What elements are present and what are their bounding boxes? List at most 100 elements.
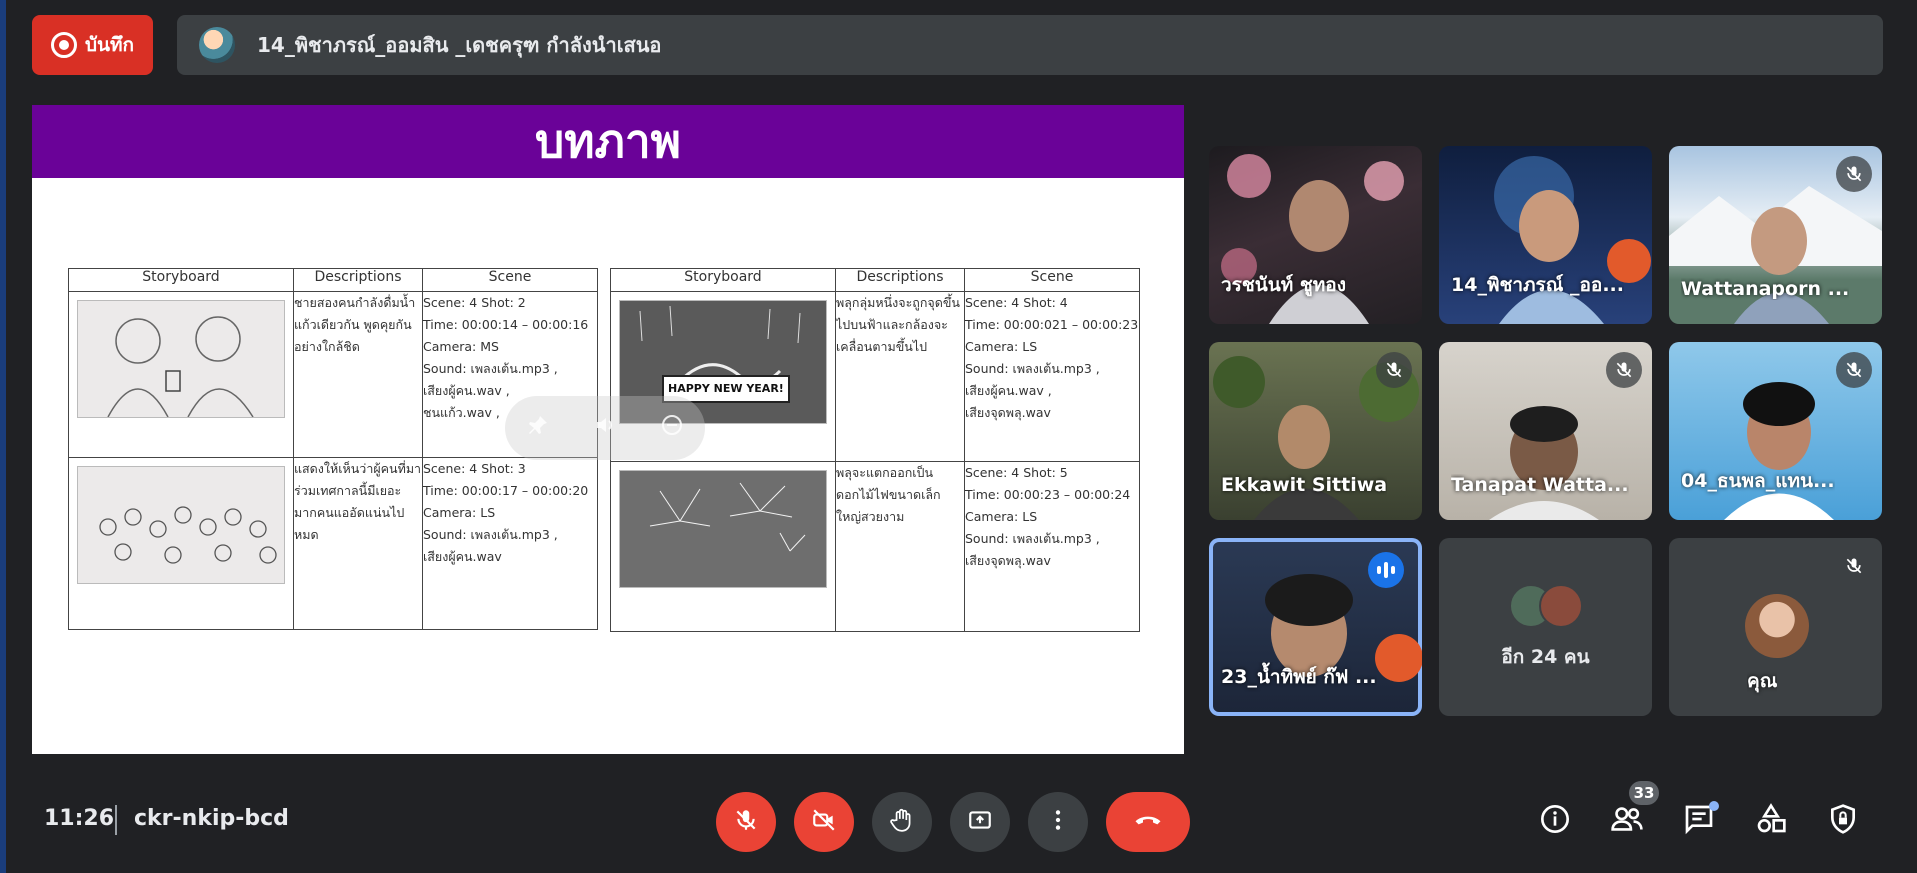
more-participants-tile[interactable]: อีก 24 คน [1439,538,1652,716]
leave-call-button[interactable] [1106,792,1190,852]
participant-name: 14_พิชาภรณ์ _ออ... [1451,274,1624,296]
scene-line: Sound: เพลงเต้น.mp3 , [423,361,558,376]
more-options-button[interactable] [1028,792,1088,852]
present-screen-button[interactable] [950,792,1010,852]
scene-line: เสียงจุดพลุ.wav [965,553,1051,568]
people-count-badge: 33 [1629,781,1659,805]
participant-name: วรชนันท์ ชูทอง [1221,274,1346,296]
record-label: บันทึก [84,34,135,56]
scene-line: เสียงผู้คน.wav , [965,383,1052,398]
unread-dot [1709,801,1719,811]
meeting-details-button[interactable] [1535,801,1575,841]
scene-cell: Scene: 4 Shot: 4 Time: 00:00:021 – 00:00… [964,291,1140,462]
scene-line: Scene: 4 Shot: 2 [423,295,526,310]
description-cell: ชายสองคนกำลังดื่มน้ำแก้วเดียวกัน พูดคุยก… [293,291,423,458]
storyboard-cell [68,291,294,458]
pin-icon[interactable] [526,413,550,443]
presentation-overlay-controls [505,396,705,460]
shield-lock-icon [1827,803,1859,839]
scene-line: เสียงจุดพลุ.wav [965,405,1051,420]
presenter-text: 14_พิชาภรณ์_ออมสิน _เดชครุฑ กำลังนำเสนอ [257,33,662,57]
participant-tile[interactable]: Wattanaporn ... [1669,146,1882,324]
participant-name: Wattanaporn ... [1681,278,1850,300]
scene-line: Scene: 4 Shot: 3 [423,461,526,476]
minimize-icon[interactable] [660,413,684,443]
chat-button[interactable] [1679,801,1719,841]
self-tile[interactable]: คุณ [1669,538,1882,716]
col-header: Descriptions [835,268,965,292]
record-icon [50,32,77,58]
mic-off-icon [1606,352,1642,388]
clock: 11:26 [44,806,115,831]
participant-tile[interactable]: 14_พิชาภรณ์ _ออ... [1439,146,1652,324]
participant-tile[interactable]: Tanapat Watta... [1439,342,1652,520]
participant-name: Ekkawit Sittiwa [1221,474,1388,496]
hand-icon [889,807,915,837]
avatar [1745,594,1809,658]
volume-icon[interactable] [593,413,617,443]
window-edge [0,0,6,873]
scene-line: Time: 00:00:23 – 00:00:24 [965,487,1131,502]
mic-off-icon [1836,548,1872,584]
slide-title: บทภาพ [32,105,1184,178]
present-icon [967,807,993,837]
raise-hand-button[interactable] [872,792,932,852]
description-cell: แสดงให้เห็นว่าผู้คนที่มาร่วมเทศกาลนี้มีเ… [293,457,423,630]
scene-line: Camera: LS [965,509,1038,524]
people-button[interactable] [1607,801,1647,841]
avatar [1539,584,1583,628]
scene-line: Camera: LS [965,339,1038,354]
participant-name: 23_น้ำทิพย์ ก๊ฟ ... [1221,666,1377,688]
participant-tile[interactable]: Ekkawit Sittiwa [1209,342,1422,520]
mic-off-icon [1836,352,1872,388]
scene-line: Camera: LS [423,505,496,520]
mic-toggle-button[interactable] [716,792,776,852]
participant-name: Tanapat Watta... [1451,474,1629,496]
participant-tile[interactable]: วรชนันท์ ชูทอง [1209,146,1422,324]
more-vert-icon [1045,807,1071,837]
mic-off-icon [733,807,759,837]
camera-off-icon [811,807,837,837]
scene-line: Sound: เพลงเต้น.mp3 , [423,527,558,542]
record-button[interactable]: บันทึก [32,15,153,75]
participant-tile[interactable]: 04_ธนพล_แทน... [1669,342,1882,520]
scene-line: Scene: 4 Shot: 5 [965,465,1068,480]
scene-line: Sound: เพลงเต้น.mp3 , [965,361,1100,376]
table-row: แสดงให้เห็นว่าผู้คนที่มาร่วมเทศกาลนี้มีเ… [68,457,598,630]
scene-line: Sound: เพลงเต้น.mp3 , [965,531,1100,546]
storyboard-image-fireworks-burst [619,470,827,588]
description-cell: พลุกลุ่มหนึ่งจะถูกจุดขึ้นไปบนฟ้าและกล้อง… [835,291,965,462]
participant-name: 04_ธนพล_แทน... [1681,470,1835,492]
table-row: พลุจะแตกออกเป็นดอกไม้ไฟขนาดเล็กใหญ่สวยงา… [610,461,1140,632]
storyboard-image-crowd [77,466,285,584]
storyboard-cell [610,461,836,632]
scene-cell: Scene: 4 Shot: 5 Time: 00:00:23 – 00:00:… [964,461,1140,632]
col-header: Storyboard [610,268,836,292]
participant-name: คุณ [1747,670,1778,692]
people-icon [1610,803,1644,839]
more-participants-label: อีก 24 คน [1501,646,1590,668]
mic-off-icon [1376,352,1412,388]
col-header: Storyboard [68,268,294,292]
description-cell: พลุจะแตกออกเป็นดอกไม้ไฟขนาดเล็กใหญ่สวยงา… [835,461,965,632]
col-header: Descriptions [293,268,423,292]
camera-toggle-button[interactable] [794,792,854,852]
activities-button[interactable] [1751,801,1791,841]
scene-line: Time: 00:00:14 – 00:00:16 [423,317,589,332]
scene-line: Time: 00:00:17 – 00:00:20 [423,483,589,498]
scene-line: Time: 00:00:021 – 00:00:23 [965,317,1139,332]
scene-line: Camera: MS [423,339,499,354]
speaking-indicator-icon [1368,552,1404,588]
divider [115,805,117,835]
storyboard-image-two-men-drinking [77,300,285,418]
end-call-icon [1133,805,1163,839]
host-controls-button[interactable] [1823,801,1863,841]
participant-tile-speaking[interactable]: 23_น้ำทิพย์ ก๊ฟ ... [1209,538,1422,716]
presenter-avatar [199,27,235,63]
scene-cell: Scene: 4 Shot: 3 Time: 00:00:17 – 00:00:… [422,457,598,630]
shapes-icon [1755,803,1787,839]
col-header: Scene [422,268,598,292]
scene-line: เสียงผู้คน.wav [423,549,502,564]
storyboard-cell [68,457,294,630]
presenter-banner: 14_พิชาภรณ์_ออมสิน _เดชครุฑ กำลังนำเสนอ [177,15,1883,75]
